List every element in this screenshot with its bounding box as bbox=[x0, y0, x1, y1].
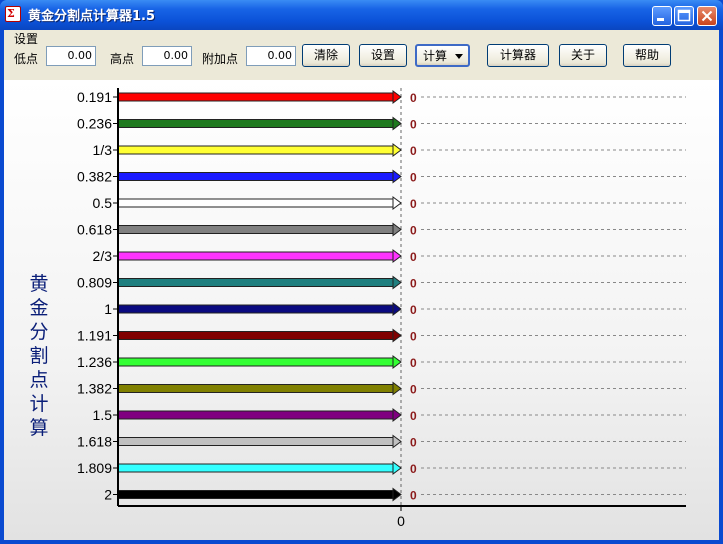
bar-1.236 bbox=[117, 357, 394, 367]
y-tick-label: 1.809 bbox=[77, 460, 112, 476]
value-label: 0 bbox=[410, 118, 417, 132]
y-tick-label: 0.5 bbox=[93, 195, 113, 211]
bar-arrow-1.382 bbox=[392, 381, 402, 396]
bar-0.809 bbox=[117, 278, 394, 287]
value-label: 0 bbox=[410, 197, 417, 211]
calc-dropdown-label: 计算 bbox=[423, 49, 448, 63]
extra-input[interactable]: 0.00 bbox=[246, 46, 296, 66]
calculator-button[interactable]: 计算器 bbox=[487, 44, 549, 67]
bar-arrow-1 bbox=[392, 302, 402, 316]
high-input[interactable]: 0.00 bbox=[142, 46, 192, 66]
y-tick-label: 1/3 bbox=[93, 142, 113, 158]
value-label: 0 bbox=[410, 224, 417, 238]
golden-ratio-chart: 0.191 0 0.236 0 1/3 0 0.382 0 0.5 0 0.618 0 2/3 0 0.80… bbox=[77, 88, 686, 529]
bar-1.5 bbox=[117, 410, 394, 420]
low-label: 低点 bbox=[14, 52, 39, 66]
bar-0.236 bbox=[117, 119, 394, 128]
bar-2 bbox=[117, 490, 394, 499]
value-label: 0 bbox=[410, 409, 417, 423]
bar-arrow-0.236 bbox=[392, 116, 402, 131]
calc-dropdown[interactable]: 计算 bbox=[415, 44, 470, 67]
bar-arrow-1.236 bbox=[392, 355, 402, 369]
value-label: 0 bbox=[410, 462, 417, 476]
bar-arrow-1.618 bbox=[392, 434, 402, 449]
low-input[interactable]: 0.00 bbox=[46, 46, 96, 66]
value-label: 0 bbox=[410, 303, 417, 317]
chart-area: 黄金分割点计算 0.191 0 0.236 0 1/3 0 0.382 0 0.5 0 0.618 0… bbox=[4, 80, 719, 540]
x-tick-label: 0 bbox=[397, 513, 405, 529]
bar-1 bbox=[117, 304, 394, 314]
y-tick-label: 0.191 bbox=[77, 89, 112, 105]
value-label: 0 bbox=[410, 383, 417, 397]
window-title: 黄金分割点计算器1.5 bbox=[28, 9, 156, 24]
value-label: 0 bbox=[410, 171, 417, 185]
bar-arrow-1/3 bbox=[392, 143, 402, 157]
settings-button[interactable]: 设置 bbox=[359, 44, 407, 67]
title-bar[interactable]: Σ 黄金分割点计算器1.5 bbox=[0, 0, 723, 30]
golden-ratio-app-icon[interactable]: Σ bbox=[5, 6, 21, 22]
close-icon bbox=[701, 10, 713, 22]
high-label: 高点 bbox=[110, 52, 135, 66]
client-area: 设置 低点 0.00 高点 0.00 附加点 0.00 清除 设置 计算 计算器… bbox=[4, 30, 719, 540]
help-button[interactable]: 帮助 bbox=[623, 44, 671, 67]
bar-arrow-0.191 bbox=[392, 90, 402, 104]
y-tick-label: 1.5 bbox=[93, 407, 113, 423]
extra-label: 附加点 bbox=[202, 52, 239, 66]
bar-arrow-1.5 bbox=[392, 408, 402, 422]
bar-0.5 bbox=[117, 198, 394, 208]
value-label: 0 bbox=[410, 489, 417, 503]
value-label: 0 bbox=[410, 277, 417, 291]
bar-arrow-1.191 bbox=[392, 328, 402, 343]
y-tick-label: 1.382 bbox=[77, 381, 112, 397]
bar-arrow-2 bbox=[392, 487, 402, 502]
bar-1.382 bbox=[117, 384, 394, 393]
bar-1.618 bbox=[117, 437, 394, 446]
bar-arrow-1.809 bbox=[392, 461, 402, 475]
bar-arrow-2/3 bbox=[392, 249, 402, 263]
bar-arrow-0.382 bbox=[392, 169, 402, 184]
bar-arrow-0.809 bbox=[392, 275, 402, 290]
y-tick-label: 0.618 bbox=[77, 222, 112, 238]
close-button[interactable] bbox=[697, 6, 717, 26]
maximize-icon bbox=[677, 9, 691, 22]
minimize-icon bbox=[657, 18, 664, 21]
dropdown-arrow-icon bbox=[455, 54, 463, 59]
y-tick-label: 1.618 bbox=[77, 434, 112, 450]
y-tick-label: 0.382 bbox=[77, 169, 112, 185]
bar-1/3 bbox=[117, 145, 394, 155]
value-label: 0 bbox=[410, 330, 417, 344]
bar-arrow-0.5 bbox=[392, 196, 402, 210]
y-tick-label: 0.236 bbox=[77, 116, 112, 132]
value-label: 0 bbox=[410, 356, 417, 370]
bar-1.191 bbox=[117, 331, 394, 340]
menu-settings[interactable]: 设置 bbox=[14, 30, 38, 47]
y-tick-label: 2/3 bbox=[93, 248, 113, 264]
y-tick-label: 1.191 bbox=[77, 328, 112, 344]
y-tick-label: 2 bbox=[104, 487, 112, 503]
y-tick-label: 1 bbox=[104, 301, 112, 317]
value-label: 0 bbox=[410, 250, 417, 264]
bar-0.618 bbox=[117, 225, 394, 234]
bar-1.809 bbox=[117, 463, 394, 473]
maximize-button[interactable] bbox=[674, 6, 694, 26]
app-window: Σ 黄金分割点计算器1.5 设置 低点 0.00 高点 0.00 附加点 0.0… bbox=[0, 0, 723, 544]
value-label: 0 bbox=[410, 436, 417, 450]
y-tick-label: 0.809 bbox=[77, 275, 112, 291]
value-label: 0 bbox=[410, 91, 417, 105]
about-button[interactable]: 关于 bbox=[559, 44, 607, 67]
clear-button[interactable]: 清除 bbox=[302, 44, 350, 67]
y-tick-label: 1.236 bbox=[77, 354, 112, 370]
value-label: 0 bbox=[410, 144, 417, 158]
bar-0.191 bbox=[117, 92, 394, 102]
bar-2/3 bbox=[117, 251, 394, 261]
bar-0.382 bbox=[117, 172, 394, 181]
bar-arrow-0.618 bbox=[392, 222, 402, 237]
minimize-button[interactable] bbox=[652, 6, 672, 26]
